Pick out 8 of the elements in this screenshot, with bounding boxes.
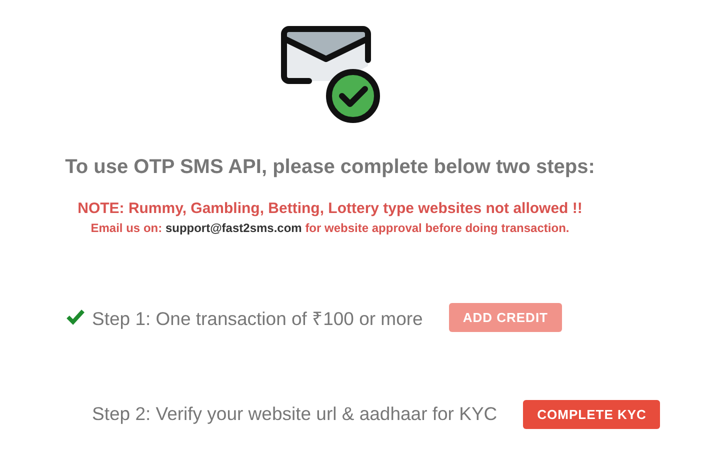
email-note: Email us on: support@fast2sms.com for website approval before doing transaction. [90, 221, 570, 235]
complete-kyc-button[interactable]: COMPLETE KYC [523, 400, 660, 428]
warning-note: NOTE: Rummy, Gambling, Betting, Lottery type websites not allowed !! [78, 200, 582, 217]
step-label: Step 1: One transaction of ₹100 or more [92, 306, 423, 330]
email-link[interactable]: support@fast2sms.com [165, 221, 302, 235]
step-label: Step 2: Verify your website url & aadhaar for KYC [92, 403, 498, 425]
mail-check-icon [279, 26, 381, 124]
heading: To use OTP SMS API, please complete below two steps: [65, 156, 595, 179]
